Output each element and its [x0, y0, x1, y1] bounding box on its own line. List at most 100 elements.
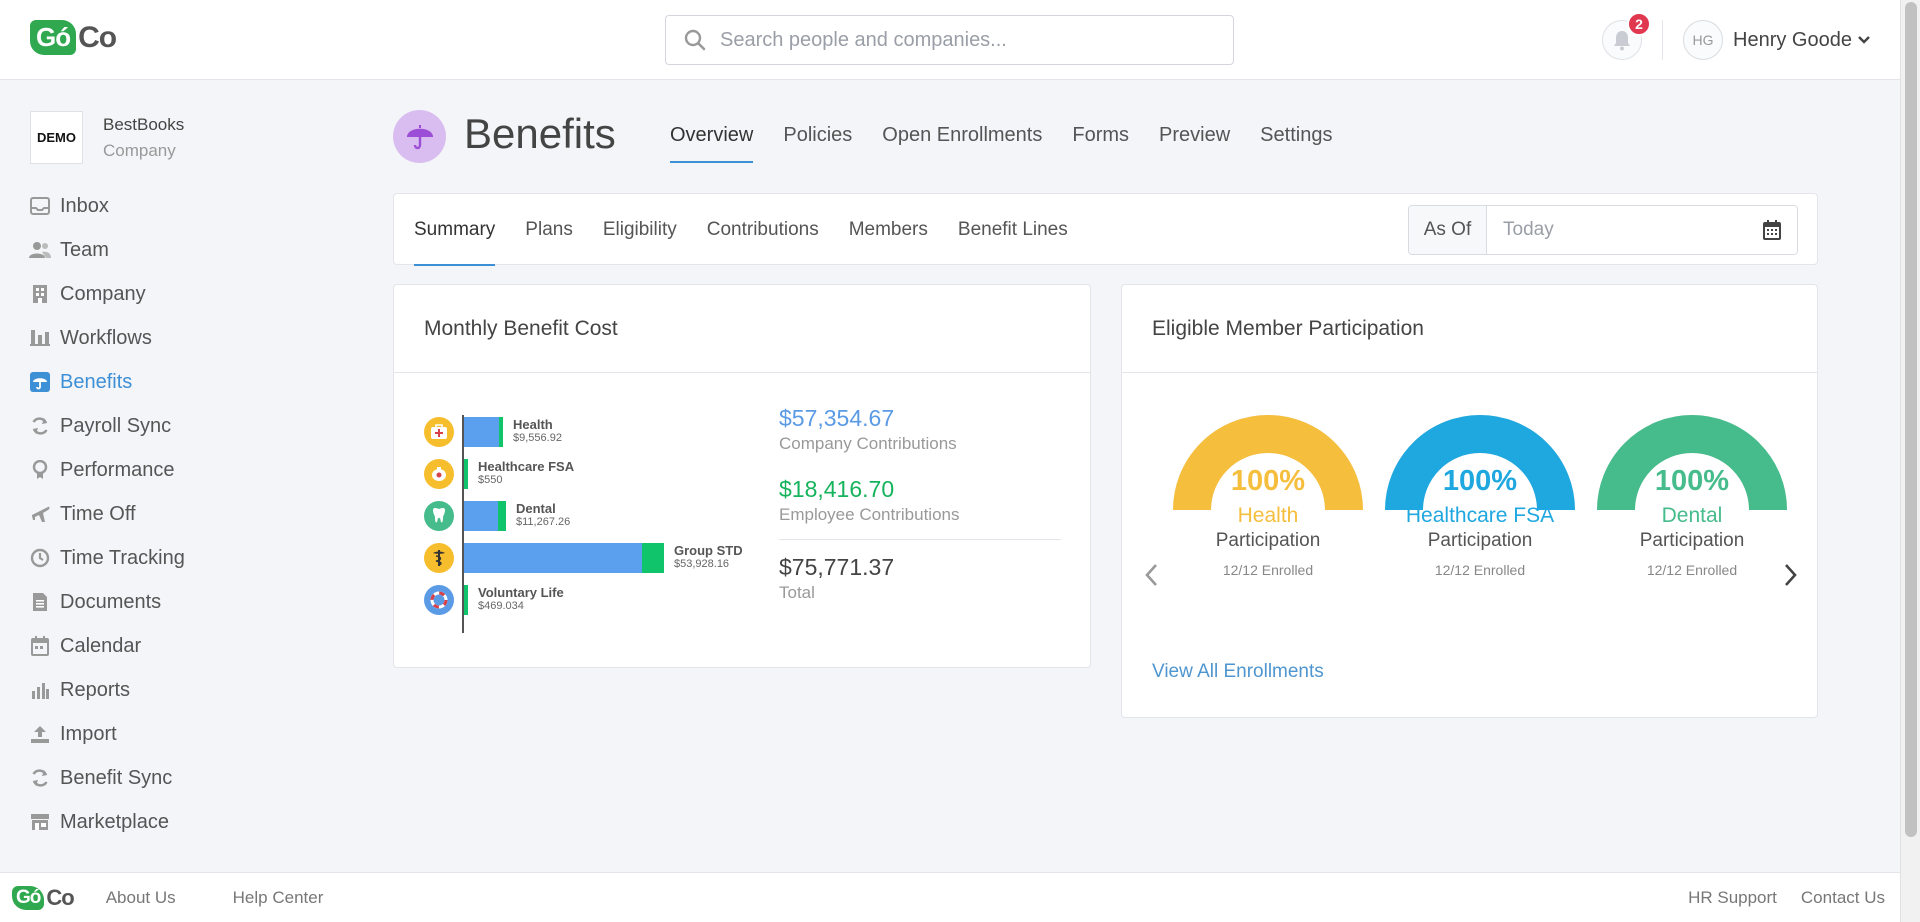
- subtab-contributions[interactable]: Contributions: [707, 194, 819, 266]
- benefit-line-row: Voluntary Life $469.034: [424, 583, 754, 615]
- tab-overview[interactable]: Overview: [670, 124, 754, 163]
- sidebar-item-benefits[interactable]: Benefits: [28, 360, 185, 404]
- page-title: Benefits: [464, 110, 616, 157]
- sidebar-item-label: Payroll Sync: [60, 414, 172, 437]
- benefit-line-name: Health: [513, 417, 553, 432]
- company-contributions-amount: $57,354.67: [779, 405, 895, 431]
- search-box[interactable]: [665, 15, 1234, 65]
- logo-mark: Gó: [30, 20, 77, 55]
- building-icon: [28, 284, 52, 304]
- sidebar-item-inbox[interactable]: Inbox: [28, 184, 185, 228]
- benefit-name: Health: [1237, 504, 1299, 527]
- logo-text: Co: [46, 884, 74, 910]
- participation-percent: 100%: [1442, 465, 1518, 497]
- sidebar-item-workflows[interactable]: Workflows: [28, 316, 185, 360]
- tab-settings[interactable]: Settings: [1260, 124, 1332, 163]
- sidebar-item-documents[interactable]: Documents: [28, 580, 185, 624]
- sidebar-item-marketplace[interactable]: Marketplace: [28, 800, 185, 844]
- sidebar-item-time-tracking[interactable]: Time Tracking: [28, 536, 185, 580]
- logo-text: Co: [78, 20, 117, 54]
- employee-cost-bar: [464, 459, 468, 489]
- subtab-summary[interactable]: Summary: [414, 194, 496, 266]
- benefit-line-label: Voluntary Life $469.034: [478, 585, 564, 612]
- upload-icon: [28, 724, 52, 744]
- sidebar-item-label: Performance: [60, 458, 175, 481]
- tab-preview[interactable]: Preview: [1159, 124, 1230, 163]
- sidebar-item-payroll-sync[interactable]: Payroll Sync: [28, 404, 185, 448]
- employee-cost-bar: [498, 501, 506, 531]
- company-switcher[interactable]: DEMO BestBooks Company: [30, 111, 184, 164]
- sidebar-item-label: Calendar: [60, 634, 142, 657]
- sidebar-item-reports[interactable]: Reports: [28, 668, 185, 712]
- sidebar-item-label: Marketplace: [60, 810, 169, 833]
- benefit-line-value: $550: [478, 474, 503, 486]
- as-of-date-picker[interactable]: As Of: [1408, 205, 1798, 255]
- subtab-eligibility[interactable]: Eligibility: [603, 194, 677, 266]
- enrolled-count: 12/12 Enrolled: [1222, 562, 1314, 578]
- participation-percent: 100%: [1230, 465, 1306, 497]
- benefit-line-row: Dental $11,267.26: [424, 499, 754, 531]
- page-scrollbar[interactable]: [1900, 0, 1920, 922]
- search-input[interactable]: [720, 28, 1200, 52]
- chevron-left-icon: [1144, 563, 1158, 587]
- goco-logo[interactable]: Gó Co: [30, 20, 117, 55]
- sub-tabs: Summary Plans Eligibility Contributions …: [414, 194, 1098, 266]
- sidebar-item-label: Documents: [60, 590, 162, 613]
- view-all-enrollments-link[interactable]: View All Enrollments: [1152, 661, 1324, 683]
- tab-open-enrollments[interactable]: Open Enrollments: [882, 124, 1042, 163]
- benefits-header-icon: [393, 110, 446, 163]
- footer-logo[interactable]: Gó Co: [12, 884, 75, 911]
- bar-chart-icon: [28, 681, 52, 699]
- carousel-next-button[interactable]: [1784, 563, 1798, 587]
- as-of-date-input[interactable]: [1487, 206, 1747, 254]
- tab-forms[interactable]: Forms: [1072, 124, 1129, 163]
- user-menu[interactable]: HG Henry Goode: [1683, 20, 1870, 60]
- sidebar-item-company[interactable]: Company: [28, 272, 185, 316]
- sidebar-item-team[interactable]: Team: [28, 228, 185, 272]
- benefit-line-value: $469.034: [478, 600, 524, 612]
- cost-totals: $57,354.67 Company Contributions $18,416…: [779, 405, 1061, 603]
- card-title: Monthly Benefit Cost: [394, 285, 1090, 373]
- sidebar-item-label: Workflows: [60, 326, 152, 349]
- contact-us-link[interactable]: Contact Us: [1801, 888, 1885, 908]
- medical-symbol-icon: [424, 543, 454, 573]
- sidebar-item-import[interactable]: Import: [28, 712, 185, 756]
- sidebar-nav: Inbox Team Company Workflows Benefits Pa…: [28, 184, 185, 844]
- sidebar-item-performance[interactable]: Performance: [28, 448, 185, 492]
- umbrella-icon: [28, 372, 52, 392]
- tooth-icon: [424, 501, 454, 531]
- participation-gauge: 100% Health Participation 12/12 Enrolled: [1162, 415, 1374, 578]
- tab-policies[interactable]: Policies: [783, 124, 852, 163]
- sidebar-item-label: Benefits: [60, 370, 133, 393]
- subtab-members[interactable]: Members: [849, 194, 928, 266]
- umbrella-icon: [405, 122, 435, 152]
- main-tabs: Overview Policies Open Enrollments Forms…: [670, 124, 1362, 163]
- store-icon: [28, 813, 52, 831]
- benefit-line-value: $53,928.16: [674, 558, 730, 570]
- benefit-line-value: $11,267.26: [516, 516, 571, 528]
- scrollbar-thumb[interactable]: [1905, 2, 1917, 837]
- participation-gauges: 100% Health Participation 12/12 Enrolled…: [1162, 415, 1798, 578]
- subtab-plans[interactable]: Plans: [525, 194, 573, 266]
- employee-cost-bar: [499, 417, 503, 447]
- subtab-benefit-lines[interactable]: Benefit Lines: [958, 194, 1068, 266]
- plane-icon: [28, 504, 52, 524]
- hr-support-link[interactable]: HR Support: [1688, 888, 1777, 908]
- participation-gauge: 100% Dental Participation 12/12 Enrolled: [1586, 415, 1798, 578]
- benefit-line-name: Group STD: [674, 543, 743, 558]
- calendar-button[interactable]: [1747, 206, 1797, 254]
- sidebar-item-calendar[interactable]: Calendar: [28, 624, 185, 668]
- help-center-link[interactable]: Help Center: [233, 888, 324, 908]
- divider: [1662, 20, 1663, 60]
- benefit-line-value: $9,556.92: [513, 432, 562, 444]
- carousel-prev-button[interactable]: [1144, 563, 1158, 587]
- subtab-panel: Summary Plans Eligibility Contributions …: [393, 193, 1818, 266]
- sidebar-item-time-off[interactable]: Time Off: [28, 492, 185, 536]
- benefit-line-label: Group STD $53,928.16: [674, 543, 743, 570]
- benefit-cost-bar-chart: Health $9,556.92 Healthcare FSA $550 Den…: [424, 403, 754, 633]
- about-us-link[interactable]: About Us: [106, 888, 176, 908]
- sidebar-item-benefit-sync[interactable]: Benefit Sync: [28, 756, 185, 800]
- benefit-line-name: Voluntary Life: [478, 585, 564, 600]
- divider: [779, 539, 1061, 540]
- enrolled-count: 12/12 Enrolled: [1434, 562, 1526, 578]
